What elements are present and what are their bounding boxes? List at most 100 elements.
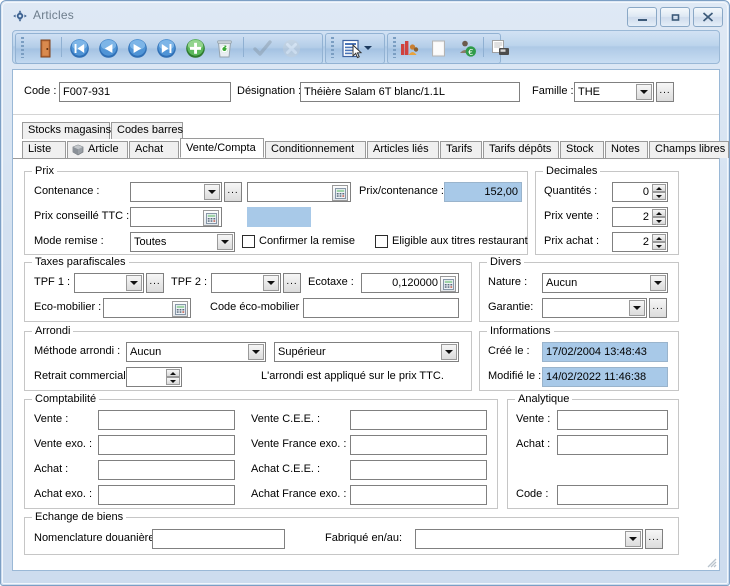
prix-vente-spinner[interactable] [652,209,666,225]
compta-achat-cee-input[interactable] [350,460,487,480]
garantie-browse-button[interactable]: ... [649,298,667,318]
prix-achat-decimals-input[interactable]: 2 [612,232,668,252]
toolbar-grip-1[interactable] [21,37,24,58]
first-record-icon[interactable] [69,38,90,59]
modifie-le-label: Modifié le : [488,370,542,382]
fabrique-en-au-combo[interactable] [415,529,643,549]
tab-stock[interactable]: Stock [560,141,604,158]
list-view-dropdown-arrow[interactable] [364,46,372,50]
eco-mobilier-label: Eco-mobilier : [34,301,102,313]
last-record-icon[interactable] [156,38,177,59]
document-icon[interactable] [428,38,449,59]
code-input[interactable]: F007-931 [59,82,231,102]
next-record-icon[interactable] [127,38,148,59]
tab-achat[interactable]: Achat [129,141,179,158]
methode-arrondi-combo[interactable]: Aucun [126,342,266,362]
tab-articles-lies[interactable]: Articles liés [367,141,439,158]
informations-group: Informations Créé le : 17/02/2004 13:48:… [479,325,679,391]
add-record-icon[interactable] [185,38,206,59]
designation-input[interactable]: Théière Salam 6T blanc/1.1L [300,82,520,102]
tab-notes[interactable]: Notes [605,141,648,158]
previous-record-icon[interactable] [98,38,119,59]
sens-arrondi-dropdown-arrow[interactable] [441,344,457,360]
prix-conseille-ttc-input[interactable] [130,207,222,227]
eco-mobilier-calculator-icon[interactable] [172,301,188,317]
nature-dropdown-arrow[interactable] [650,275,666,291]
methode-arrondi-dropdown-arrow[interactable] [248,344,264,360]
compta-achat-france-exo-input[interactable] [350,485,487,505]
tpf2-browse-button[interactable]: ... [283,273,301,293]
prix-vente-decimals-input[interactable]: 2 [612,207,668,227]
print-icon[interactable] [490,38,511,59]
tab-liste[interactable]: Liste [22,141,66,158]
contenance-browse-button[interactable]: ... [224,182,242,202]
contenance-value-input[interactable] [247,182,351,202]
garantie-combo[interactable] [542,298,647,318]
compta-vente-cee-input[interactable] [350,410,487,430]
sens-arrondi-combo[interactable]: Supérieur [274,342,459,362]
decimales-group-caption: Decimales [543,165,601,177]
compta-vente-exo-input[interactable] [98,435,235,455]
tpf1-combo[interactable] [74,273,144,293]
maximize-button[interactable] [660,7,690,27]
contenance-dropdown-arrow[interactable] [204,184,220,200]
tpf1-dropdown-arrow[interactable] [126,275,142,291]
analytique-achat-label: Achat : [516,438,551,450]
tab-conditionnement[interactable]: Conditionnement [265,141,366,158]
compta-vente-input[interactable] [98,410,235,430]
analytique-code-input[interactable] [557,485,668,505]
prix-achat-spinner[interactable] [652,234,666,250]
retrait-commercial-input[interactable] [126,367,182,387]
tab-tarifs-depots[interactable]: Tarifs dépôts [483,141,559,158]
fabrique-browse-button[interactable]: ... [645,529,663,549]
customers-euro-icon[interactable]: € [457,38,478,59]
mode-remise-dropdown-arrow[interactable] [217,234,233,250]
nomenclature-douaniere-input[interactable] [152,529,285,549]
contenance-calculator-icon[interactable] [332,185,348,201]
minimize-button[interactable] [627,7,657,27]
eco-mobilier-input[interactable] [103,298,191,318]
toolbar-grip-2[interactable] [331,37,334,58]
compta-vente-france-exo-input[interactable] [350,435,487,455]
analytique-achat-input[interactable] [557,435,668,455]
tab-article[interactable]: Article [67,141,128,158]
tab-stocks-magasins[interactable]: Stocks magasins [22,122,111,139]
ecotaxe-input[interactable]: 0,120000 [361,273,459,293]
mode-remise-combo[interactable]: Toutes [130,232,235,252]
prix-conseille-ht-value [247,207,311,227]
tab-tarifs[interactable]: Tarifs [440,141,482,158]
prix-conseille-calculator-icon[interactable] [203,210,219,226]
famille-combo[interactable]: THE [574,82,654,102]
arrondi-group: Arrondi Méthode arrondi : Aucun Supérieu… [24,325,472,391]
exit-door-icon[interactable] [35,38,56,59]
garantie-dropdown-arrow[interactable] [629,300,645,316]
compta-achat-exo-input[interactable] [98,485,235,505]
famille-browse-button[interactable]: ... [656,82,674,102]
quantites-decimals-input[interactable]: 0 [612,182,668,202]
tpf1-browse-button[interactable]: ... [146,273,164,293]
retrait-commercial-spinner[interactable] [166,369,180,385]
analytique-vente-input[interactable] [557,410,668,430]
tpf2-dropdown-arrow[interactable] [263,275,279,291]
contenance-combo[interactable] [130,182,222,202]
tab-codes-barres[interactable]: Codes barres [111,122,183,139]
record-header-row: Code : F007-931 Désignation : Théière Sa… [13,70,719,115]
nature-combo[interactable]: Aucun [542,273,668,293]
fabrique-dropdown-arrow[interactable] [625,531,641,547]
famille-dropdown-arrow[interactable] [636,84,652,100]
delete-record-icon[interactable] [214,38,235,59]
comptabilite-group: Comptabilité Vente : Vente C.E.E. : Vent… [24,393,498,509]
eligible-titres-restaurant-checkbox[interactable] [375,235,388,248]
close-button[interactable] [693,7,723,27]
tpf2-combo[interactable] [211,273,281,293]
code-eco-mobilier-input[interactable] [303,298,459,318]
resize-grip-icon[interactable] [705,556,717,568]
stock-chart-icon[interactable] [399,38,420,59]
tab-vente-compta[interactable]: Vente/Compta [180,138,264,158]
compta-achat-input[interactable] [98,460,235,480]
tab-champs-libres[interactable]: Champs libres [649,141,729,158]
confirmer-remise-checkbox[interactable] [242,235,255,248]
toolbar-grip-3[interactable] [393,37,396,58]
ecotaxe-calculator-icon[interactable] [440,276,456,292]
quantites-spinner[interactable] [652,184,666,200]
